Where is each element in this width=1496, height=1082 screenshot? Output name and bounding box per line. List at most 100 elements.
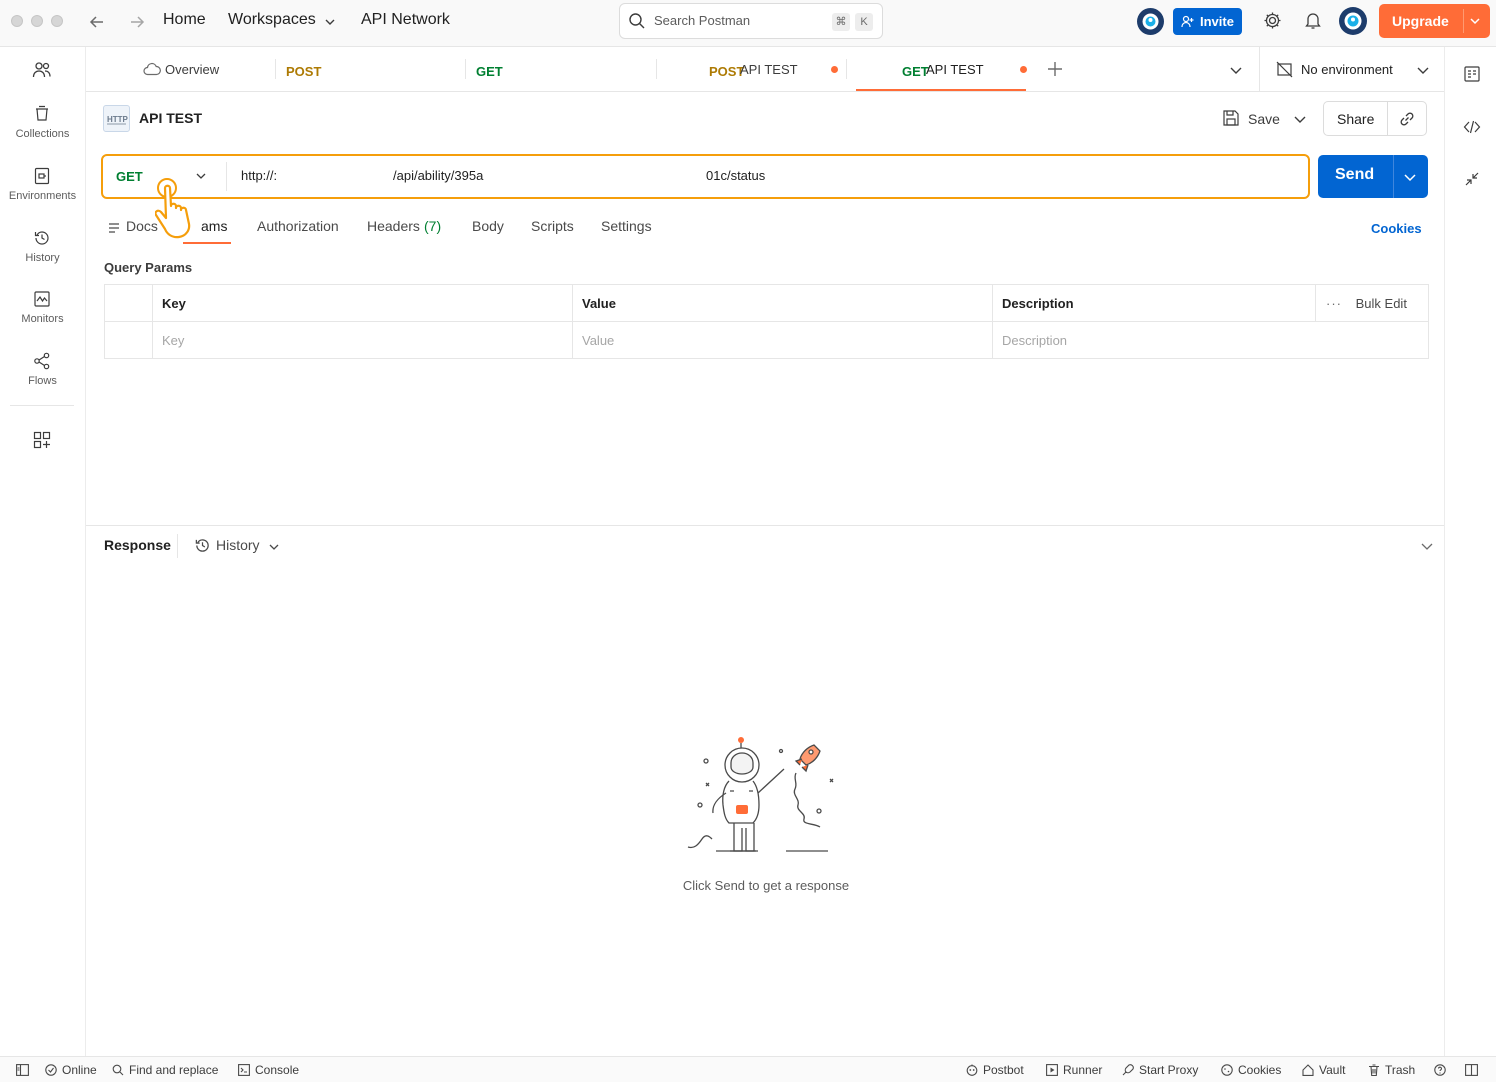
postbot-icon	[966, 1064, 978, 1076]
table-row: Key Value Description	[104, 321, 1429, 359]
monitors-icon	[33, 290, 51, 308]
notifications-bell-icon[interactable]	[1304, 11, 1322, 30]
key-column-header: Key	[152, 284, 573, 322]
description-input[interactable]: Description	[992, 321, 1429, 359]
headers-count-badge: (7)	[424, 218, 442, 234]
query-params-title: Query Params	[104, 260, 193, 275]
nav-home[interactable]: Home	[163, 11, 206, 29]
sidebar-item-label: Environments	[8, 190, 77, 202]
tab-get-api-test-active[interactable]: GET API TEST	[856, 47, 1027, 91]
unsaved-dot	[831, 66, 838, 73]
tabs-overflow-chevron-icon[interactable]	[1229, 63, 1243, 77]
sidebar-item-flows[interactable]: Flows	[0, 352, 85, 408]
team-workspace-icon[interactable]	[32, 61, 52, 79]
window-zoom-button[interactable]	[51, 15, 63, 27]
tab-method: GET	[476, 64, 503, 79]
team-avatar[interactable]	[1137, 8, 1164, 35]
console-button[interactable]: Console	[255, 1063, 299, 1077]
url-input[interactable]: http://: /api/ability/395a 01c/status	[227, 156, 1308, 197]
window-minimize-button[interactable]	[31, 15, 43, 27]
tab-method: POST	[286, 64, 322, 79]
share-button[interactable]: Share	[1337, 111, 1374, 127]
value-input[interactable]: Value	[572, 321, 993, 359]
response-history-dropdown[interactable]: History	[194, 536, 284, 556]
request-title[interactable]: API TEST	[139, 110, 202, 126]
save-disk-icon[interactable]	[1222, 109, 1240, 127]
description-column-header: Description	[992, 284, 1316, 322]
shortcut-cmd: ⌘	[832, 13, 850, 31]
runner-button[interactable]: Runner	[1063, 1063, 1102, 1077]
sidebar-item-monitors[interactable]: Monitors	[0, 290, 85, 346]
search-placeholder: Search Postman	[654, 13, 751, 28]
toggle-sidebar-icon[interactable]	[16, 1064, 29, 1076]
online-status[interactable]: Online	[62, 1063, 97, 1077]
invite-button[interactable]: Invite	[1173, 8, 1242, 35]
key-input[interactable]: Key	[152, 321, 573, 359]
send-divider	[1393, 155, 1394, 198]
tab-body[interactable]: Body	[472, 218, 504, 234]
unsaved-dot	[1020, 66, 1027, 73]
send-button[interactable]: Send	[1318, 155, 1428, 198]
new-tab-plus-icon[interactable]	[1047, 61, 1063, 77]
chevron-down-icon[interactable]	[1469, 15, 1481, 27]
find-search-icon	[112, 1064, 124, 1076]
trash-button[interactable]: Trash	[1385, 1063, 1415, 1077]
environment-selector[interactable]: No environment	[1260, 47, 1444, 91]
tab-post-request[interactable]: POST	[276, 47, 466, 91]
sidebar-item-collections[interactable]: Collections	[0, 105, 85, 161]
start-proxy-button[interactable]: Start Proxy	[1139, 1063, 1198, 1077]
more-options-icon[interactable]: ···	[1326, 296, 1342, 311]
tab-docs[interactable]: Docs	[126, 218, 158, 234]
code-icon[interactable]	[1463, 118, 1481, 136]
find-and-replace-button[interactable]: Find and replace	[129, 1063, 218, 1077]
collapse-arrows-icon[interactable]	[1464, 171, 1480, 187]
forward-arrow-icon[interactable]	[128, 13, 146, 31]
back-arrow-icon[interactable]	[88, 13, 106, 31]
tab-get-request[interactable]: GET	[466, 47, 657, 91]
postbot-button[interactable]: Postbot	[983, 1063, 1024, 1077]
chevron-down-icon	[324, 16, 336, 28]
tab-settings[interactable]: Settings	[601, 218, 652, 234]
tab-overview[interactable]: Overview	[86, 47, 276, 91]
console-icon	[238, 1064, 250, 1076]
save-button[interactable]: Save	[1248, 111, 1280, 127]
left-sidebar: Collections Environments History Monitor…	[0, 47, 86, 1056]
vault-button[interactable]: Vault	[1319, 1063, 1345, 1077]
search-box[interactable]: Search Postman ⌘ K	[619, 3, 883, 39]
bulk-edit-cell: ··· Bulk Edit	[1315, 284, 1429, 322]
two-pane-layout-icon[interactable]	[1465, 1064, 1478, 1076]
tab-headers[interactable]: Headers	[367, 218, 420, 234]
help-icon[interactable]	[1434, 1064, 1446, 1076]
tab-authorization[interactable]: Authorization	[257, 218, 339, 234]
nav-api-network[interactable]: API Network	[361, 11, 450, 29]
method-label: GET	[116, 169, 143, 184]
sidebar-item-history[interactable]: History	[0, 229, 85, 285]
window-close-button[interactable]	[11, 15, 23, 27]
user-avatar[interactable]	[1339, 7, 1367, 35]
tab-scripts[interactable]: Scripts	[531, 218, 574, 234]
settings-gear-icon[interactable]	[1263, 11, 1282, 30]
environment-selected: No environment	[1301, 62, 1393, 77]
collapse-response-chevron-icon[interactable]	[1420, 539, 1434, 553]
chevron-down-icon	[1416, 63, 1430, 77]
cookies-button[interactable]: Cookies	[1238, 1063, 1281, 1077]
svg-text:HTTP: HTTP	[107, 115, 129, 124]
tab-post-api-test[interactable]: POST API TEST	[657, 47, 847, 91]
sidebar-item-environments[interactable]: Environments	[0, 167, 85, 223]
save-options-chevron-icon[interactable]	[1293, 112, 1307, 126]
send-label: Send	[1335, 166, 1375, 183]
runner-play-icon	[1046, 1064, 1058, 1076]
copy-link-icon[interactable]	[1398, 110, 1416, 128]
row-checkbox-cell	[104, 321, 153, 359]
response-title: Response	[104, 537, 171, 553]
documentation-icon[interactable]	[1463, 65, 1481, 83]
online-check-icon	[45, 1064, 57, 1076]
bulk-edit-button[interactable]: Bulk Edit	[1356, 296, 1407, 311]
nav-workspaces[interactable]: Workspaces	[228, 11, 316, 29]
cookies-link[interactable]: Cookies	[1371, 221, 1422, 236]
chevron-down-icon[interactable]	[1403, 170, 1417, 184]
share-divider	[1387, 102, 1388, 135]
upgrade-button[interactable]: Upgrade	[1379, 4, 1490, 38]
history-label: History	[216, 537, 260, 553]
configure-sidebar-icon[interactable]	[33, 431, 51, 449]
